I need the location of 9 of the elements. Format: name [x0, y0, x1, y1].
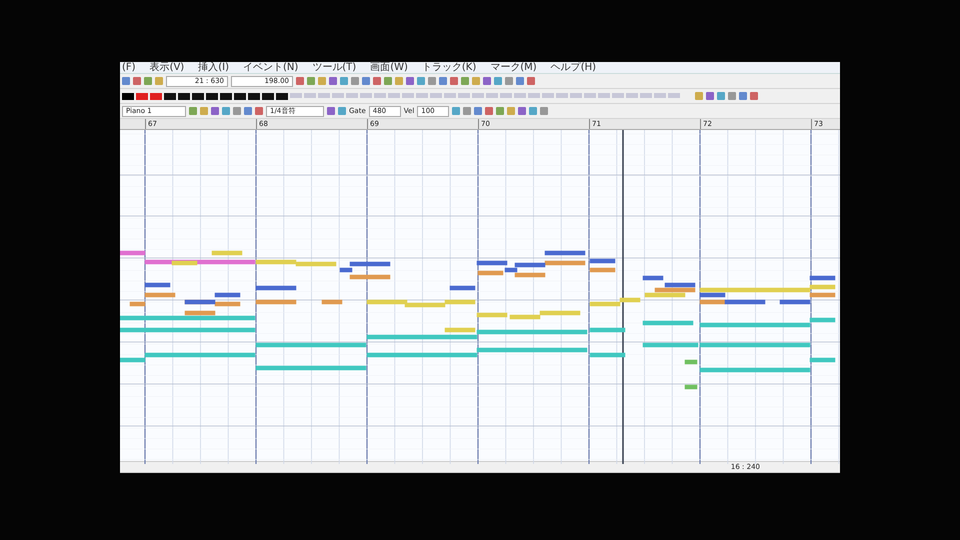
menu-item[interactable]: (F) [122, 62, 136, 72]
menu-item[interactable]: 画面(W) [370, 62, 408, 72]
menu-item[interactable]: イベント(N) [242, 62, 298, 72]
menu-item[interactable]: 挿入(I) [198, 62, 229, 72]
menu-item[interactable]: ツール(T) [312, 62, 356, 72]
menu-item[interactable]: トラック(K) [422, 62, 476, 72]
menu-item[interactable]: 表示(V) [150, 62, 184, 72]
menu-item[interactable]: ヘルプ(H) [550, 62, 596, 72]
menu-item[interactable]: マーク(M) [490, 62, 537, 72]
